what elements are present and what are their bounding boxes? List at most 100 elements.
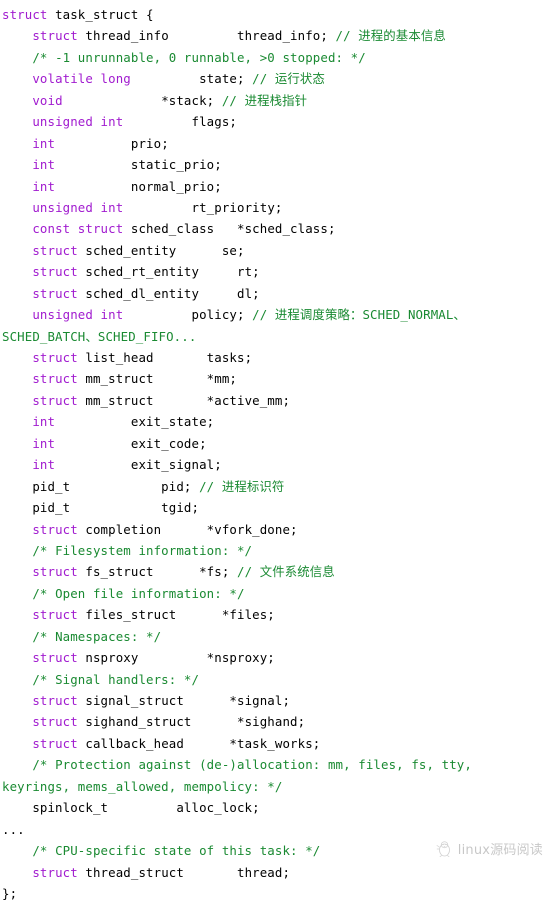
code-token-plain: };	[2, 885, 18, 901]
code-token-kw: struct	[32, 521, 78, 537]
code-line: struct fs_struct *fs; // 文件系统信息	[0, 561, 555, 582]
code-token-kw: struct	[32, 264, 78, 280]
code-token-plain: list_head tasks;	[77, 350, 253, 365]
code-line: int prio;	[0, 133, 555, 154]
code-line: int exit_signal;	[0, 454, 555, 475]
code-line: /* -1 unrunnable, 0 runnable, >0 stopped…	[0, 47, 555, 68]
code-token-plain: rt_priority;	[123, 199, 283, 215]
code-line: struct sched_rt_entity rt;	[0, 261, 555, 282]
code-token-kw: struct	[32, 392, 78, 408]
code-token-plain: files_struct *files;	[77, 607, 275, 623]
code-token-plain: policy;	[123, 307, 253, 323]
code-line: struct sched_dl_entity dl;	[0, 283, 555, 304]
code-line: pid_t tgid;	[0, 497, 555, 518]
code-line: struct files_struct *files;	[0, 604, 555, 625]
code-line: SCHED_BATCH、SCHED_FIFO...	[0, 326, 555, 347]
code-token-plain: sched_rt_entity rt;	[77, 264, 260, 280]
code-token-plain: fs_struct *fs;	[77, 564, 237, 580]
code-token-kw: int	[32, 157, 56, 173]
code-token-kw: unsigned int	[32, 307, 124, 323]
code-token-plain: state;	[130, 71, 253, 87]
code-token-cmt: /* CPU-specific state of this task: */	[32, 843, 321, 859]
code-token-plain: prio;	[55, 135, 169, 151]
code-token-kw: unsigned int	[32, 114, 124, 130]
code-token-cmt: // 运行状态	[252, 71, 325, 87]
code-token-plain: mm_struct *mm;	[77, 371, 237, 387]
code-token-plain: normal_prio;	[55, 178, 222, 194]
code-line: void *stack; // 进程栈指针	[0, 90, 555, 111]
code-token-cmt: /* Protection against (de-)allocation: m…	[32, 757, 472, 773]
code-line: /* Protection against (de-)allocation: m…	[0, 754, 555, 775]
code-line: int static_prio;	[0, 154, 555, 175]
code-line: struct mm_struct *active_mm;	[0, 390, 555, 411]
code-token-kw: void	[32, 92, 63, 108]
code-token-plain: thread_struct thread;	[77, 864, 291, 880]
code-token-plain: completion *vfork_done;	[77, 521, 298, 537]
code-token-plain: nsproxy *nsproxy;	[77, 650, 275, 666]
code-token-plain: exit_code;	[55, 435, 207, 451]
code-token-cmt: SCHED_BATCH、SCHED_FIFO...	[2, 328, 197, 344]
code-line: unsigned int policy; // 进程调度策略：SCHED_NOR…	[0, 304, 555, 325]
code-token-kw: int	[32, 414, 56, 430]
code-line: /* Filesystem information: */	[0, 540, 555, 561]
code-token-plain: sched_dl_entity dl;	[77, 285, 260, 301]
code-line: struct sighand_struct *sighand;	[0, 711, 555, 732]
code-line: struct nsproxy *nsproxy;	[0, 647, 555, 668]
code-token-kw: struct	[32, 28, 78, 44]
code-line: struct list_head tasks;	[0, 347, 555, 368]
code-token-cmt: /* Filesystem information: */	[32, 542, 253, 558]
code-token-plain: sighand_struct *sighand;	[77, 714, 306, 730]
code-token-kw: struct	[32, 350, 78, 365]
code-token-plain: flags;	[123, 114, 237, 130]
code-line: struct task_struct {	[0, 4, 555, 25]
code-token-cmt: /* Signal handlers: */	[32, 671, 200, 687]
code-token-plain: static_prio;	[55, 157, 222, 173]
code-line: struct thread_struct thread;	[0, 862, 555, 883]
code-token-cmt: // 进程标识符	[199, 478, 285, 494]
code-token-plain: sched_class *sched_class;	[123, 221, 336, 237]
code-token-cmt: // 进程栈指针	[221, 92, 308, 108]
code-token-kw: struct	[32, 607, 78, 623]
code-token-cmt: // 文件系统信息	[237, 564, 335, 580]
code-line: ...	[0, 819, 555, 840]
code-token-cmt: /* Open file information: */	[32, 585, 245, 601]
code-line: spinlock_t alloc_lock;	[0, 797, 555, 818]
code-listing: struct task_struct { struct thread_info …	[0, 0, 555, 904]
code-line: /* CPU-specific state of this task: */	[0, 840, 555, 861]
code-token-kw: struct	[2, 7, 48, 22]
code-token-plain: pid_t pid;	[2, 478, 200, 494]
code-token-plain: signal_struct *signal;	[77, 693, 291, 708]
code-line: /* Open file information: */	[0, 583, 555, 604]
code-line: volatile long state; // 运行状态	[0, 68, 555, 89]
code-token-plain: pid_t tgid;	[2, 500, 200, 516]
code-line: struct mm_struct *mm;	[0, 368, 555, 389]
code-token-plain: exit_state;	[55, 414, 215, 430]
code-token-cmt: /* Namespaces: */	[32, 628, 162, 644]
code-token-kw: int	[32, 435, 56, 451]
code-token-plain: *stack;	[62, 92, 222, 108]
code-token-cmt: keyrings, mems_allowed, mempolicy: */	[2, 778, 283, 794]
code-token-kw: volatile long	[32, 71, 131, 87]
code-line: pid_t pid; // 进程标识符	[0, 476, 555, 497]
code-token-plain: task_struct {	[47, 7, 154, 22]
